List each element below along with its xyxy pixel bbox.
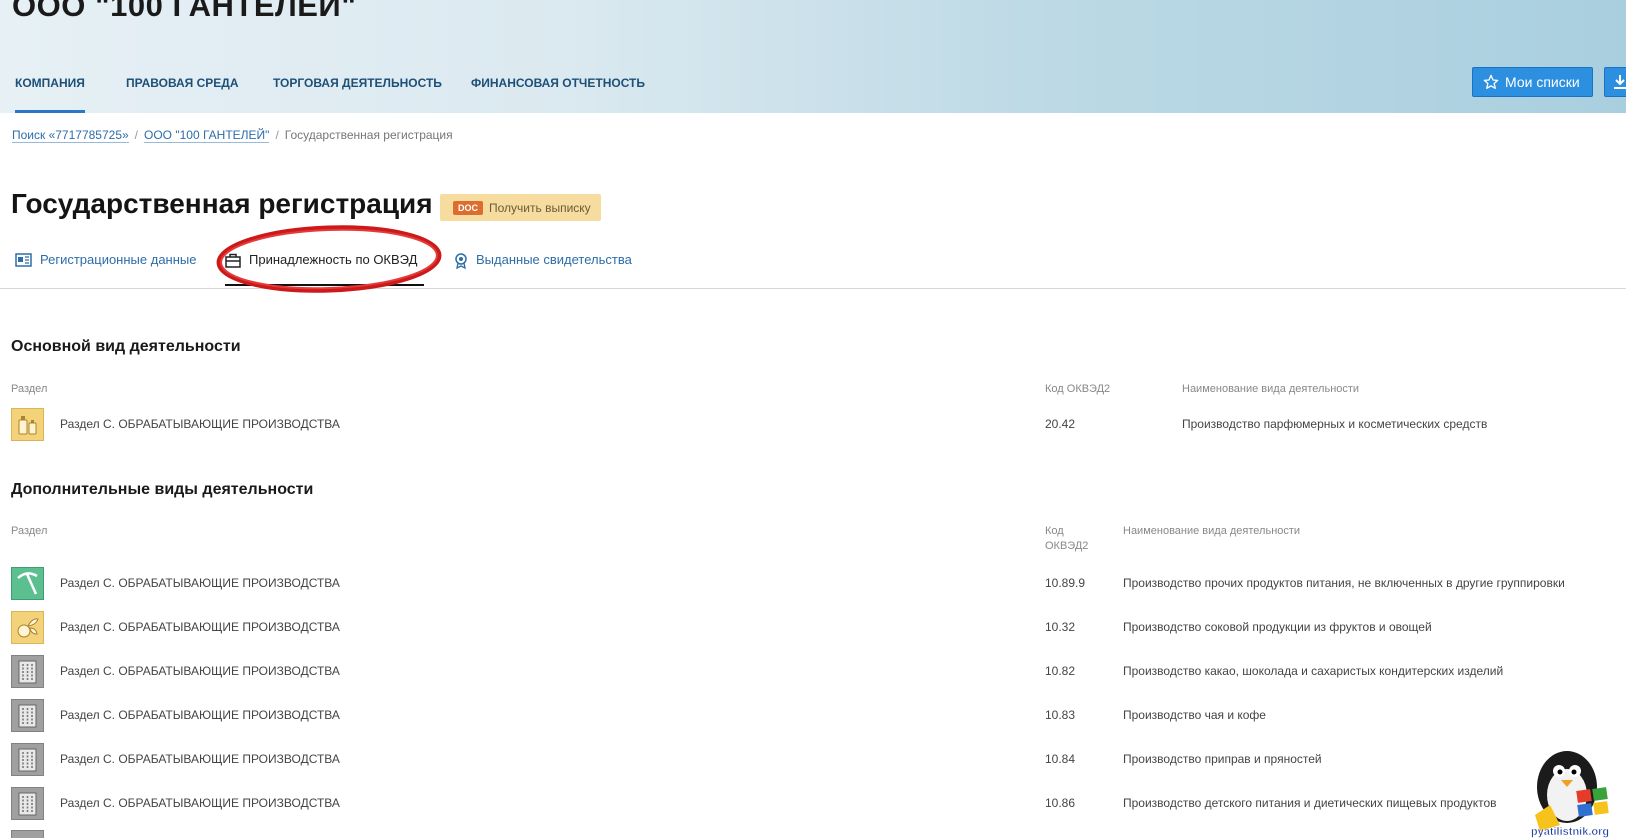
download-button[interactable]: [1604, 67, 1626, 97]
tab-registration-data[interactable]: Регистрационные данные: [15, 252, 196, 286]
row-code: 10.89.9: [1045, 576, 1086, 590]
tab-okved[interactable]: Принадлежность по ОКВЭД: [225, 252, 424, 286]
main-activity-title: Основной вид деятельности: [11, 338, 241, 355]
table-row: Раздел C. ОБРАБАТЫВАЮЩИЕ ПРОИЗВОДСТВА 10…: [0, 785, 1626, 821]
column-header-name: Наименование вида деятельности: [1123, 525, 1301, 537]
cosmetics-bottles-icon: [11, 408, 44, 441]
column-header-code: Код ОКВЭД2: [1045, 524, 1088, 554]
my-lists-button[interactable]: Мои списки: [1472, 67, 1593, 97]
row-code: 10.86: [1045, 796, 1076, 810]
nav-financial-reports[interactable]: ФИНАНСОВАЯ ОТЧЕТНОСТЬ: [471, 76, 645, 113]
column-header-code-line1: Код: [1045, 525, 1064, 537]
company-header: ООО "100 ГАНТЕЛЕЙ" КОМПАНИЯ ПРАВОВАЯ СРЕ…: [0, 0, 1626, 113]
column-header-code-line2: ОКВЭД2: [1045, 540, 1089, 552]
doc-badge: DOC: [453, 200, 483, 215]
nav-trade-activity[interactable]: ТОРГОВАЯ ДЕЯТЕЛЬНОСТЬ: [273, 76, 442, 113]
briefcase-icon: [225, 253, 241, 268]
medal-icon: [455, 253, 467, 269]
table-row: Раздел C. ОБРАБАТЫВАЮЩИЕ ПРОИЗВОДСТВА 10…: [0, 741, 1626, 777]
page-title: Государственная регистрация: [11, 188, 433, 219]
id-card-icon: [15, 253, 32, 267]
company-title: ООО "100 ГАНТЕЛЕЙ": [12, 0, 357, 23]
get-extract-label: Получить выписку: [489, 200, 591, 215]
tab-certificates-label: Выданные свидетельства: [476, 252, 632, 267]
nav-company[interactable]: КОМПАНИЯ: [15, 76, 85, 113]
column-header-section: Раздел: [11, 383, 48, 395]
column-header-name: Наименование вида деятельности: [1182, 383, 1360, 395]
row-section: Раздел C. ОБРАБАТЫВАЮЩИЕ ПРОИЗВОДСТВА: [60, 620, 340, 634]
row-activity-name: Производство парфюмерных и косметических…: [1182, 417, 1488, 431]
row-section: Раздел C. ОБРАБАТЫВАЮЩИЕ ПРОИЗВОДСТВА: [60, 708, 340, 722]
row-activity-name: Производство соковой продукции из фрукто…: [1123, 620, 1432, 634]
building-icon: [11, 699, 44, 732]
my-lists-label: Мои списки: [1505, 74, 1580, 90]
breadcrumb-search-link[interactable]: Поиск «7717785725»: [12, 128, 129, 143]
row-code: 20.42: [1045, 417, 1076, 431]
row-activity-name: Производство какао, шоколада и сахаристы…: [1123, 664, 1504, 678]
row-section: Раздел C. ОБРАБАТЫВАЮЩИЕ ПРОИЗВОДСТВА: [60, 796, 340, 810]
row-code: 10.82: [1045, 664, 1076, 678]
breadcrumb-separator: /: [275, 128, 279, 142]
breadcrumb-company-link[interactable]: ООО "100 ГАНТЕЛЕЙ": [144, 128, 270, 143]
watermark-text: pyatilistnik.org: [1531, 826, 1609, 838]
row-code: 10.32: [1045, 620, 1076, 634]
row-section: Раздел C. ОБРАБАТЫВАЮЩИЕ ПРОИЗВОДСТВА: [60, 417, 340, 431]
row-activity-name: Производство детского питания и диетичес…: [1123, 796, 1497, 810]
pickaxe-icon: [11, 567, 44, 600]
nav-legal-environment[interactable]: ПРАВОВАЯ СРЕДА: [126, 76, 239, 113]
additional-activities-title: Дополнительные виды деятельности: [11, 481, 314, 498]
breadcrumb: Поиск «7717785725» / ООО "100 ГАНТЕЛЕЙ" / Го…: [12, 128, 453, 143]
table-row: Раздел C. ОБРАБАТЫВАЮЩИЕ ПРОИЗВОДСТВА 10…: [0, 653, 1626, 689]
table-row: Раздел C. ОБРАБАТЫВАЮЩИЕ ПРОИЗВОДСТВА 10…: [0, 565, 1626, 601]
star-icon: [1483, 74, 1499, 89]
breadcrumb-current: Государственная регистрация: [284, 128, 453, 142]
building-icon: [11, 743, 44, 776]
row-section: Раздел C. ОБРАБАТЫВАЮЩИЕ ПРОИЗВОДСТВА: [60, 576, 340, 590]
get-extract-button[interactable]: DOC Получить выписку: [440, 194, 601, 221]
download-icon: [1614, 75, 1626, 89]
building-icon: [11, 830, 44, 838]
building-icon: [11, 655, 44, 688]
main-activity-row: Раздел C. ОБРАБАТЫВАЮЩИЕ ПРОИЗВОДСТВА 20…: [0, 406, 1626, 442]
table-row: Раздел C. ОБРАБАТЫВАЮЩИЕ ПРОИЗВОДСТВА 10…: [0, 609, 1626, 645]
row-code: 10.84: [1045, 752, 1076, 766]
row-activity-name: Производство прочих продуктов питания, н…: [1123, 576, 1565, 590]
tab-certificates[interactable]: Выданные свидетельства: [454, 252, 632, 286]
registration-tabs: Регистрационные данные Принадлежность по…: [0, 248, 1626, 289]
row-activity-name: Производство приправ и пряностей: [1123, 752, 1322, 766]
row-section: Раздел C. ОБРАБАТЫВАЮЩИЕ ПРОИЗВОДСТВА: [60, 664, 340, 678]
column-header-section: Раздел: [11, 525, 48, 537]
table-row: Раздел C. ОБРАБАТЫВАЮЩИЕ ПРОИЗВОДСТВА 10…: [0, 697, 1626, 733]
tab-registration-data-label: Регистрационные данные: [40, 252, 197, 267]
row-activity-name: Производство чая и кофе: [1123, 708, 1266, 722]
fruit-icon: [11, 611, 44, 644]
breadcrumb-separator: /: [134, 128, 139, 142]
tab-okved-label: Принадлежность по ОКВЭД: [249, 252, 418, 267]
penguin-watermark-logo: pyatilistnik.org: [1531, 751, 1609, 838]
row-section: Раздел C. ОБРАБАТЫВАЮЩИЕ ПРОИЗВОДСТВА: [60, 752, 340, 766]
column-header-code: Код ОКВЭД2: [1045, 383, 1111, 395]
row-code: 10.83: [1045, 708, 1076, 722]
building-icon: [11, 787, 44, 820]
